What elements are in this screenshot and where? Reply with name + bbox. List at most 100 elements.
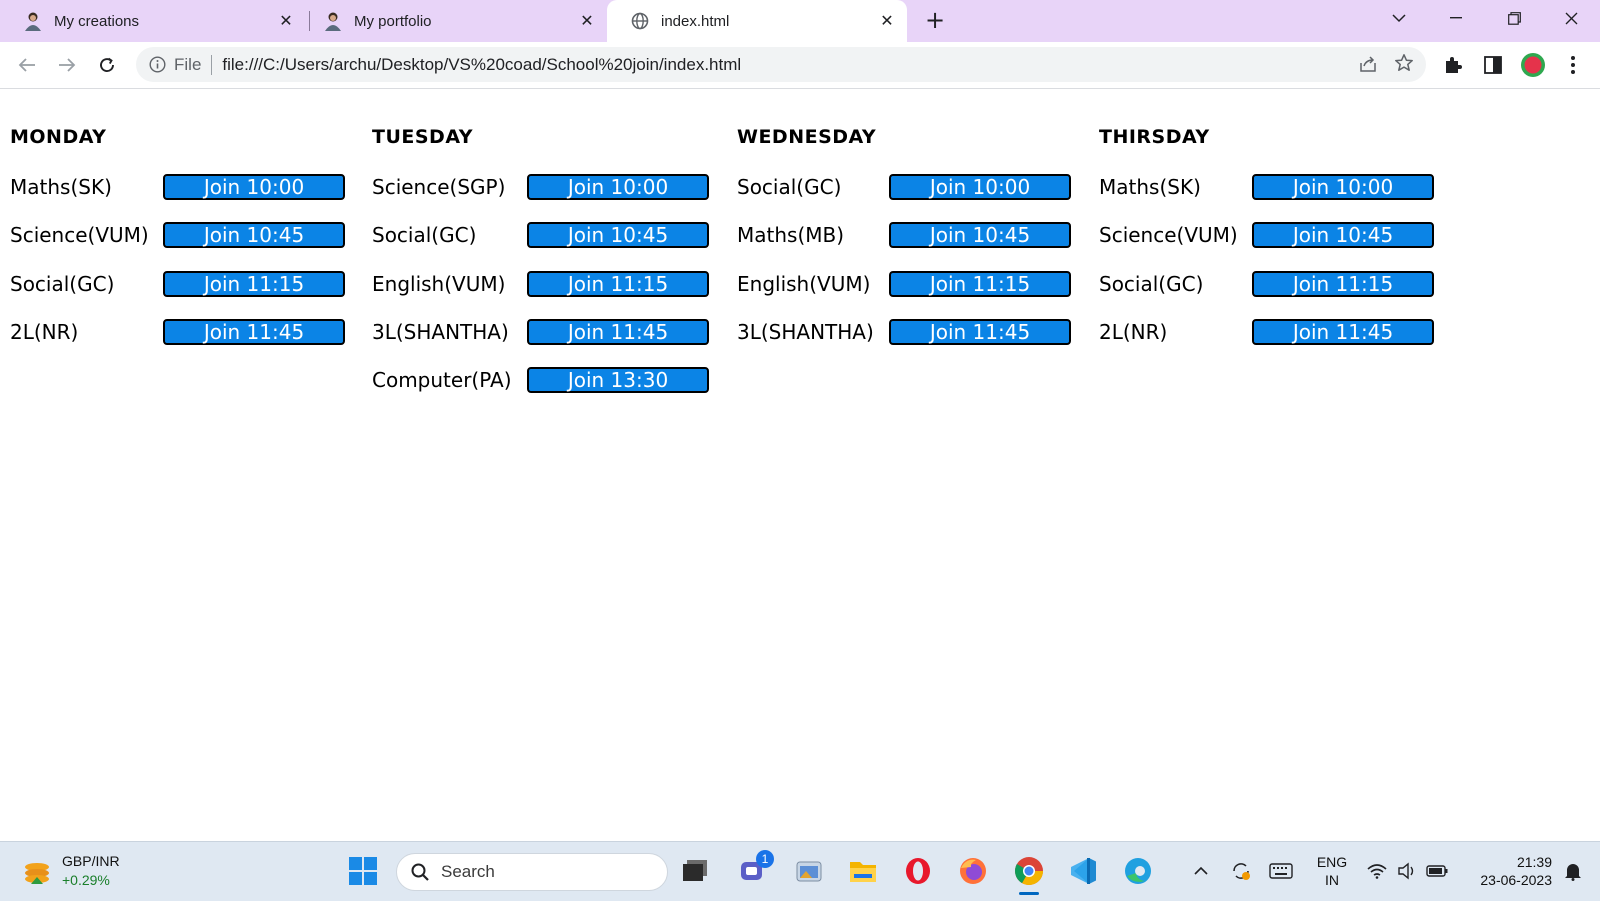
join-button[interactable]: Join 11:45 [163,319,345,345]
tab-title: index.html [661,12,730,30]
vscode-icon[interactable] [1066,854,1100,888]
subject-label: Science(VUM) [1099,223,1238,247]
class-row: Social(GC) [10,270,114,298]
notification-badge: 1 [756,850,774,868]
divider [211,54,213,75]
start-button[interactable] [346,854,380,888]
keyboard-icon[interactable] [1264,854,1298,888]
back-button[interactable] [12,50,42,80]
weather-widget-icon[interactable] [20,856,54,890]
join-button[interactable]: Join 10:00 [527,174,709,200]
day-heading: WEDNESDAY [737,126,877,148]
close-icon[interactable]: ✕ [877,11,897,31]
class-row: 3L(SHANTHA) [737,318,874,346]
reload-button[interactable] [92,50,122,80]
extensions-icon[interactable] [1440,52,1466,78]
join-button[interactable]: Join 10:45 [1252,222,1434,248]
search-icon [411,863,429,881]
close-icon[interactable]: ✕ [577,11,597,31]
battery-icon[interactable] [1420,854,1454,888]
subject-label: Social(GC) [372,223,477,247]
minimize-icon [1450,17,1462,19]
join-button[interactable]: Join 11:15 [527,271,709,297]
day-heading: TUESDAY [372,126,473,148]
profile-avatar-icon [322,10,344,32]
join-button[interactable]: Join 10:00 [163,174,345,200]
subject-label: Maths(SK) [10,175,112,199]
new-tab-button[interactable]: + [922,8,948,34]
join-button[interactable]: Join 11:45 [527,319,709,345]
class-row: 2L(NR) [10,318,78,346]
tab-index-html[interactable]: index.html ✕ [607,0,907,42]
taskbar-search-input[interactable]: Search [396,853,668,891]
clock[interactable]: 21:39 23-06-2023 [1456,853,1552,889]
restore-button[interactable] [1490,0,1538,36]
class-row: Maths(SK) [1099,173,1201,201]
chrome-icon[interactable] [1012,854,1046,895]
subject-label: English(VUM) [737,272,871,296]
forward-button[interactable] [52,50,82,80]
file-explorer-icon[interactable] [846,854,880,888]
gallery-icon[interactable] [792,854,826,888]
join-button[interactable]: Join 11:45 [889,319,1071,345]
subject-label: Science(VUM) [10,223,149,247]
language-indicator[interactable]: ENG IN [1312,853,1352,889]
reload-icon [100,57,114,72]
address-bar[interactable]: File file:///C:/Users/archu/Desktop/VS%2… [136,47,1426,82]
join-button[interactable]: Join 11:15 [163,271,345,297]
subject-label: 2L(NR) [1099,320,1168,344]
widget-title[interactable]: GBP/INR [62,852,120,870]
class-row: Social(GC) [1099,270,1203,298]
class-row: Science(VUM) [10,221,149,249]
subject-label: Social(GC) [10,272,115,296]
class-row: 2L(NR) [1099,318,1167,346]
subject-label: 3L(SHANTHA) [372,320,509,344]
restore-icon [1507,11,1521,25]
volume-icon[interactable] [1390,854,1424,888]
tab-search-button[interactable] [1375,0,1423,36]
bookmark-star-icon[interactable] [1394,53,1414,78]
tab-my-creations[interactable]: My creations ✕ [0,0,306,42]
search-placeholder: Search [441,862,495,881]
join-button[interactable]: Join 11:15 [1252,271,1434,297]
firefox-icon[interactable] [956,854,990,888]
wifi-icon[interactable] [1360,854,1394,888]
region-code: IN [1325,872,1339,888]
join-button[interactable]: Join 10:00 [1252,174,1434,200]
join-button[interactable]: Join 10:45 [889,222,1071,248]
join-button[interactable]: Join 11:15 [889,271,1071,297]
join-button[interactable]: Join 10:00 [889,174,1071,200]
globe-icon [629,10,651,32]
task-view-icon[interactable] [678,854,712,888]
profile-avatar-icon[interactable] [1520,52,1546,78]
menu-kebab-icon[interactable] [1560,52,1586,78]
tab-my-portfolio[interactable]: My portfolio ✕ [300,0,607,42]
subject-label: Computer(PA) [372,368,512,392]
join-button[interactable]: Join 10:45 [527,222,709,248]
info-icon[interactable] [148,56,166,74]
class-row: Maths(SK) [10,173,112,201]
notification-bell-icon[interactable] [1556,854,1590,888]
sync-status-icon[interactable] [1224,854,1258,888]
join-button[interactable]: Join 13:30 [527,367,709,393]
teams-chat-icon[interactable]: 1 [736,850,774,888]
join-button[interactable]: Join 11:45 [1252,319,1434,345]
join-button[interactable]: Join 10:45 [163,222,345,248]
chevron-down-icon [1392,14,1406,23]
tab-strip: My creations ✕ My portfolio ✕ index.html… [0,0,1600,42]
url-text[interactable]: file:///C:/Users/archu/Desktop/VS%20coad… [222,55,741,75]
close-window-button[interactable] [1547,0,1595,36]
side-panel-icon[interactable] [1480,52,1506,78]
subject-label: Social(GC) [1099,272,1204,296]
minimize-button[interactable] [1432,0,1480,36]
opera-browser-icon[interactable] [901,854,935,888]
day-heading: MONDAY [10,126,107,148]
class-row: Maths(MB) [737,221,844,249]
subject-label: 2L(NR) [10,320,79,344]
close-icon[interactable]: ✕ [276,11,296,31]
edge-icon[interactable] [1121,854,1155,888]
share-icon[interactable] [1358,54,1378,79]
chevron-up-icon[interactable] [1184,854,1218,888]
class-row: Science(VUM) [1099,221,1238,249]
class-row: Social(GC) [372,221,476,249]
